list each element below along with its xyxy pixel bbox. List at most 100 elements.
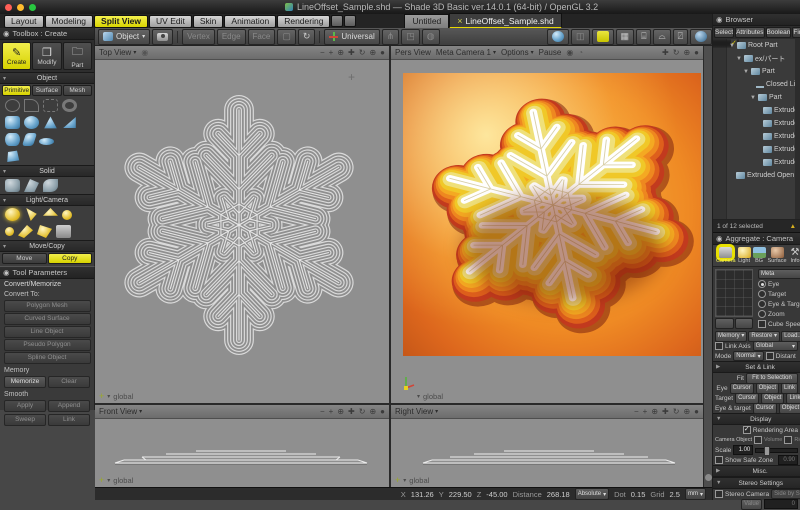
subtab-move[interactable]: Move [2, 253, 47, 264]
pers-view-coordinate-label[interactable]: ▾global [417, 392, 443, 401]
doc-tab-untitled[interactable]: Untitled [404, 14, 449, 29]
browser-tab-select[interactable]: Select [714, 27, 734, 38]
scrollbar-knob[interactable] [705, 474, 712, 481]
scale-slider-thumb[interactable] [764, 446, 770, 456]
orbit-icon[interactable]: ↻ [359, 407, 366, 416]
stereo-value-button[interactable]: Value [741, 499, 762, 510]
twist-tool-icon[interactable] [43, 179, 58, 192]
path-tool-button[interactable]: ◳ [401, 29, 420, 45]
target-object-button[interactable]: Object [761, 393, 784, 404]
pan-icon[interactable]: ✚ [662, 48, 669, 57]
options-dropdown[interactable]: Options▾ [501, 48, 534, 57]
tree-item-extruded-closed[interactable]: Extruded Closed [727, 156, 800, 169]
add-workspace-button[interactable] [331, 15, 343, 27]
refresh-icon[interactable]: ◉ [566, 48, 573, 57]
stereo-section-header[interactable]: ▼Stereo Settings [713, 477, 800, 489]
front-view-selector[interactable]: Front View▾ [99, 407, 142, 416]
stereo-method-dropdown[interactable]: Side by Side▴ [771, 489, 800, 499]
tree-item-closed-line[interactable]: Closed Line [727, 78, 800, 91]
tree-item-extruded-closed[interactable]: Extruded Closed [727, 104, 800, 117]
tree-item-root-part[interactable]: ▼ Root Part [727, 39, 800, 52]
show-safe-zone-checkbox[interactable] [715, 456, 723, 464]
zoom-out-icon[interactable]: − [320, 48, 325, 57]
sun-light-tool-icon[interactable] [5, 208, 20, 221]
right-checkbox[interactable] [784, 436, 792, 444]
light-tool-button[interactable]: ◍ [422, 29, 440, 45]
shading-sphere-button[interactable] [547, 29, 569, 45]
distant-checkbox[interactable] [766, 352, 774, 360]
camera-view-icon[interactable]: ● [694, 407, 699, 416]
target-radio[interactable] [758, 290, 766, 298]
render-preview-button[interactable] [690, 29, 712, 45]
eye-target-cursor-button[interactable]: Cursor [753, 403, 777, 414]
orbit-icon[interactable]: ↻ [359, 48, 366, 57]
tree-scrollbar[interactable] [795, 39, 800, 219]
safe-zone-value-field[interactable]: 0.90 [778, 455, 798, 465]
mode-dropdown[interactable]: Normal▾ [733, 351, 763, 361]
rendering-area-checkbox[interactable] [743, 426, 751, 434]
rounded-cube-tool-icon[interactable] [5, 116, 20, 129]
meta-dropdown[interactable]: Meta▾ [758, 269, 800, 279]
restore-button[interactable]: Restore ▾ [748, 331, 780, 342]
pers-viewport[interactable]: Pers View Meta Camera 1▾ Options▾ Pause … [390, 46, 703, 403]
top-viewport[interactable]: Top View▾ ◉ − + ⊕ ✚ ↻ ⊕ ● + [95, 46, 389, 403]
oblique-cylinder-tool-icon[interactable] [22, 133, 37, 146]
orbit-icon[interactable]: ↻ [673, 48, 680, 57]
tree-item-extruded-closed[interactable]: Extruded Closed [727, 130, 800, 143]
remove-workspace-button[interactable] [344, 15, 356, 27]
grid-value[interactable]: 2.5 [670, 490, 680, 499]
tree-item-extruded-open-line[interactable]: Extruded Open Line [727, 169, 800, 182]
face-mode-button[interactable]: Face [248, 29, 276, 45]
section-object[interactable]: ▾Object [0, 72, 94, 84]
eye-target-radio[interactable] [758, 300, 766, 308]
append-button[interactable]: Append [48, 400, 90, 412]
subtab-primitive[interactable]: Primitive [2, 85, 31, 96]
edge-mode-button[interactable]: Edge [217, 29, 246, 45]
quality-icon[interactable]: ◔ [578, 48, 583, 57]
aggregate-tab-bg[interactable]: BG [753, 247, 766, 264]
convert-polygon-mesh-button[interactable]: Polygon Mesh [4, 300, 91, 312]
view-preset-front-button[interactable]: ⌸ [636, 29, 651, 45]
section-light-camera[interactable]: ▾Light/Camera [0, 194, 94, 206]
disclosure-icon[interactable]: ▼ [729, 43, 735, 49]
zoom-window-button[interactable] [29, 4, 36, 11]
zoom-in-icon[interactable]: + [643, 407, 648, 416]
vertex-mode-button[interactable]: Vertex [182, 29, 215, 45]
ambient-light-tool-icon[interactable] [37, 225, 52, 238]
cube-tool-icon[interactable] [5, 150, 20, 163]
scale-value-field[interactable]: 1.00 [733, 445, 753, 455]
front-view-coordinate-label[interactable]: + ▾global [99, 476, 133, 485]
link-button[interactable]: Link [48, 414, 90, 426]
tree-item-ex-part[interactable]: ▼ ex/パート [727, 52, 800, 65]
toolbox-tab-part[interactable]: 🗀Part [63, 42, 92, 70]
aggregate-tab-info[interactable]: ⚒ Info [789, 247, 800, 264]
toolbox-tab-create[interactable]: ✎Create [2, 42, 31, 70]
unit-dropdown[interactable]: mm▾ [685, 488, 706, 500]
tree-item-part2[interactable]: ▼ Part [727, 91, 800, 104]
object-mode-button[interactable]: Object ▾ [98, 29, 150, 45]
scale-slider[interactable] [755, 448, 798, 453]
clear-button[interactable]: Clear [48, 376, 90, 388]
zoom-tool-icon[interactable]: ⊕ [683, 48, 690, 57]
area-light-tool-icon[interactable] [43, 208, 58, 221]
minimize-window-button[interactable] [17, 4, 24, 11]
pan-icon[interactable]: ✚ [662, 407, 669, 416]
target-cursor-button[interactable]: Cursor [735, 393, 759, 404]
tab-modeling[interactable]: Modeling [45, 15, 94, 28]
browser-header[interactable]: ◉ Browser [713, 14, 800, 26]
close-window-button[interactable] [5, 4, 12, 11]
magnifier-icon[interactable]: ⊕ [337, 48, 344, 57]
thumb-button-1[interactable] [715, 318, 734, 329]
stereo-value-field[interactable]: 0 [764, 499, 798, 509]
rect-tool-icon[interactable] [43, 99, 58, 112]
point-light-tool-icon[interactable] [62, 210, 72, 220]
tree-item-part[interactable]: ▼ Part [727, 65, 800, 78]
fit-to-selection-button[interactable]: Fit to Selection [746, 373, 798, 384]
load-button[interactable]: Load... [781, 331, 800, 342]
stereo-camera-checkbox[interactable] [715, 490, 723, 498]
thumb-button-2[interactable] [735, 318, 754, 329]
subtab-copy[interactable]: Copy [48, 253, 93, 264]
subtab-mesh[interactable]: Mesh [63, 85, 92, 96]
eye-target-object-button[interactable]: Object [779, 403, 800, 414]
close-tab-icon[interactable]: × [457, 16, 462, 26]
